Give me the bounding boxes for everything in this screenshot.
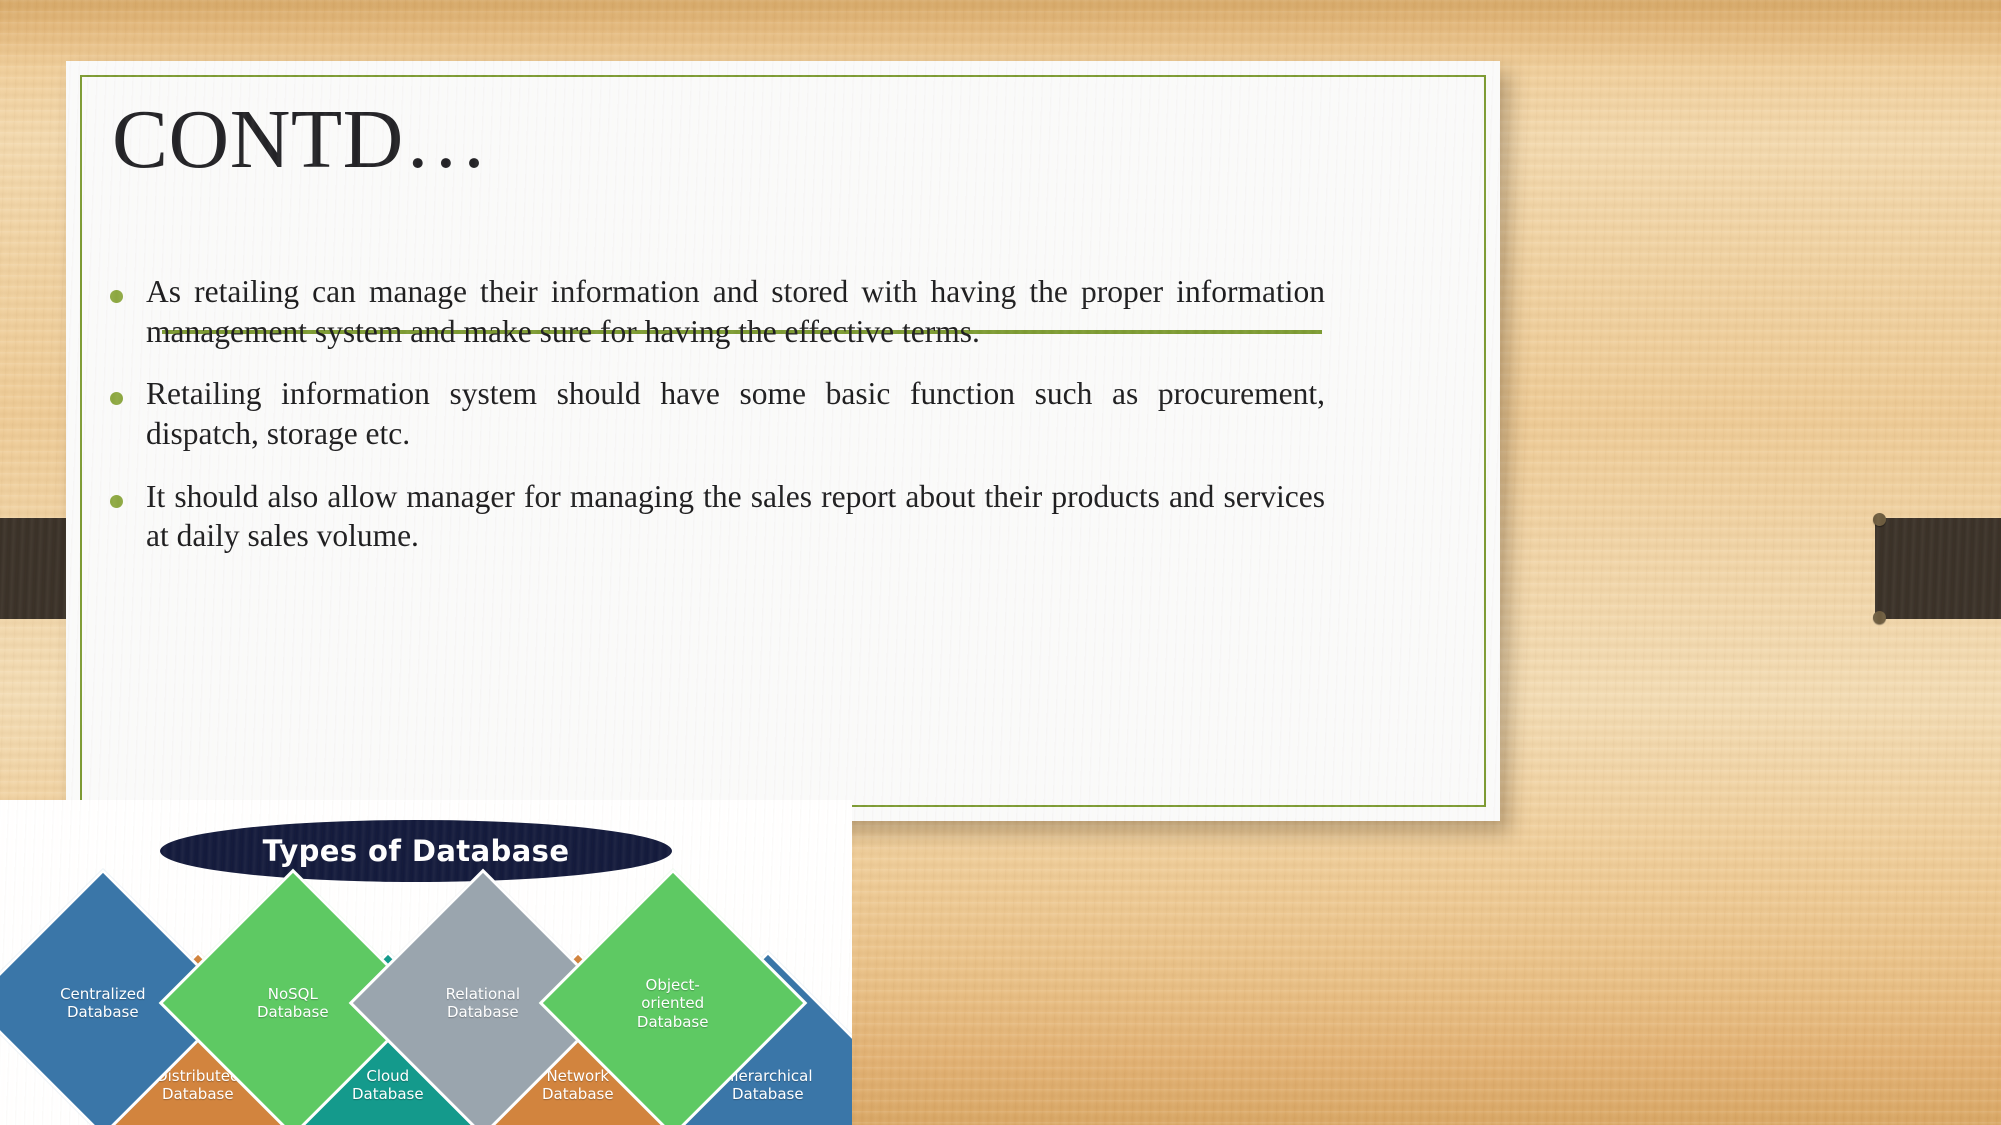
diagram-banner-label: Types of Database — [160, 820, 672, 882]
bullet-text: Retailing information system should have… — [146, 376, 1325, 452]
bullet-marker-icon — [110, 374, 146, 410]
diagram-node-label: Object-oriented Database — [637, 975, 709, 1031]
diagram-node-label: NoSQL Database — [257, 984, 329, 1021]
bullet-marker-icon — [110, 272, 146, 308]
bullet-list: As retailing can manage their informatio… — [110, 272, 1325, 579]
list-item: It should also allow manager for managin… — [110, 477, 1325, 556]
diagram-node-label: Relational Database — [445, 984, 521, 1021]
diagram-node-label: Centralized Database — [60, 984, 146, 1021]
slide-stage: CONTD… As retailing can manage their inf… — [0, 0, 2001, 1125]
list-item: As retailing can manage their informatio… — [110, 272, 1325, 351]
bullet-text: As retailing can manage their informatio… — [146, 274, 1325, 349]
list-item: Retailing information system should have… — [110, 374, 1325, 453]
bullet-marker-icon — [110, 477, 146, 513]
types-of-database-image: Types of Database Centralized Database Dis… — [0, 800, 852, 1125]
page-title: CONTD… — [112, 93, 489, 186]
ribbon-knob-icon — [1873, 513, 1886, 526]
ribbon-knob-icon — [1873, 611, 1886, 624]
decorative-ribbon-right — [1873, 513, 2001, 624]
bullet-text: It should also allow manager for managin… — [146, 478, 1325, 554]
